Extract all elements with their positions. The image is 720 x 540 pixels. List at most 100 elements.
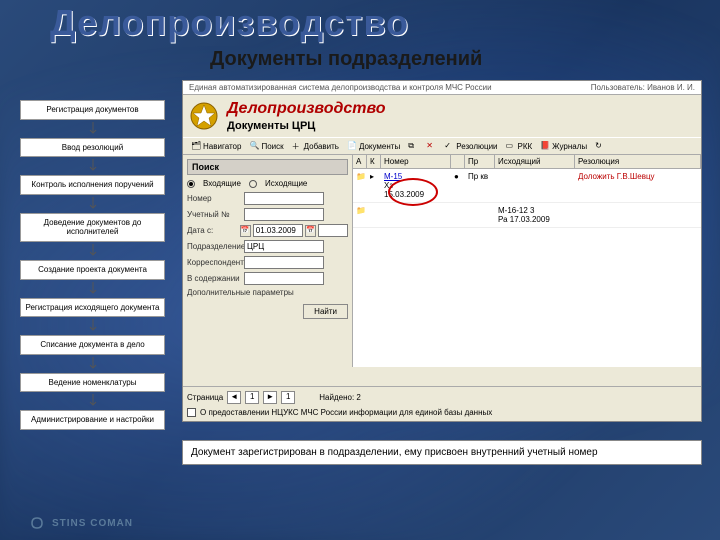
- tb-navigator[interactable]: 🗂Навигатор: [189, 140, 243, 152]
- arrow-down-icon: [20, 359, 165, 369]
- lbl-division: Подразделение: [187, 242, 242, 251]
- note-text: О предоставлении НЦУКС МЧС России информ…: [200, 408, 492, 417]
- tb-rkk[interactable]: ▭РКК: [504, 140, 535, 152]
- tb-copy[interactable]: ⧉: [406, 140, 420, 152]
- arrow-down-icon: [20, 161, 165, 171]
- copy-icon: ⧉: [408, 141, 418, 151]
- col-a[interactable]: А: [353, 155, 367, 168]
- tb-refresh[interactable]: ↻: [593, 140, 607, 152]
- footer-logo: STINS COMAN: [28, 514, 133, 532]
- check-icon: ✓: [444, 141, 454, 151]
- pager-prev[interactable]: ◄: [227, 391, 241, 404]
- step-filing: Списание документа в дело: [20, 335, 165, 355]
- input-content[interactable]: [244, 272, 324, 285]
- doc-date: 15.03.2009: [384, 190, 448, 199]
- arrow-down-icon: [20, 396, 165, 406]
- input-number[interactable]: [244, 192, 324, 205]
- col-outgoing[interactable]: Исходящий: [495, 155, 575, 168]
- app-top-bar: Единая автоматизированная система делопр…: [183, 81, 701, 95]
- lbl-account: Учетный №: [187, 210, 242, 219]
- cal-to-icon[interactable]: 📅: [305, 225, 316, 237]
- app-header: Делопроизводство Документы ЦРЦ: [183, 95, 701, 137]
- search-panel-title: Поиск: [187, 159, 348, 175]
- pager-current: 1: [245, 391, 259, 404]
- emblem-icon: [189, 99, 219, 133]
- col-number[interactable]: Номер: [381, 155, 451, 168]
- pager-total: 1: [281, 391, 295, 404]
- doc-out: [495, 171, 575, 200]
- doc-number-link[interactable]: М-15: [384, 172, 448, 181]
- pager-next[interactable]: ►: [263, 391, 277, 404]
- cal-from-icon[interactable]: 📅: [240, 225, 251, 237]
- step-draft: Создание проекта документа: [20, 260, 165, 280]
- input-date-to[interactable]: [318, 224, 348, 237]
- app-subtitle: Документы ЦРЦ: [227, 120, 695, 132]
- doc-icon: 📄: [347, 141, 357, 151]
- caption-box: Документ зарегистрирован в подразделении…: [182, 440, 702, 465]
- arrow-down-icon: [20, 321, 165, 331]
- lbl-extra-params[interactable]: Дополнительные параметры: [187, 288, 294, 297]
- tb-search[interactable]: 🔍Поиск: [247, 140, 285, 152]
- input-correspondent[interactable]: [244, 256, 324, 269]
- col-k[interactable]: К: [367, 155, 381, 168]
- step-control: Контроль исполнения поручений: [20, 175, 165, 195]
- input-date-from[interactable]: [253, 224, 303, 237]
- workflow-steps: Регистрация документов Ввод резолюций Ко…: [20, 100, 165, 430]
- column-headers: А К Номер Пр Исходящий Резолюция: [353, 155, 701, 169]
- tb-documents[interactable]: 📄Документы: [345, 140, 402, 152]
- col-pr[interactable]: Пр: [465, 155, 495, 168]
- folder-icon: 📁: [356, 206, 366, 215]
- delete-icon: ✕: [426, 141, 436, 151]
- book-icon: 📕: [540, 141, 550, 151]
- found-label: Найдено: 2: [319, 393, 361, 402]
- table-row[interactable]: 📁 ▸ М-15 Хз 15.03.2009 ● Пр кв Доложить …: [353, 169, 701, 203]
- mark-icon: ●: [454, 172, 459, 181]
- arrow-down-icon: [20, 246, 165, 256]
- app-window: Единая автоматизированная система делопр…: [182, 80, 702, 422]
- app-title: Делопроизводство: [227, 100, 695, 118]
- search-panel: Поиск Входящие Исходящие Номер Учетный №…: [183, 155, 353, 367]
- results-panel: А К Номер Пр Исходящий Резолюция 📁 ▸ М-1…: [353, 155, 701, 367]
- doc-resolution: Доложить Г.В.Шевцу: [575, 171, 701, 200]
- tb-resolutions[interactable]: ✓Резолюции: [442, 140, 499, 152]
- lbl-content: В содержании: [187, 274, 242, 283]
- card-icon: ▭: [506, 141, 516, 151]
- doc-out: М-16-12 3 Ра 17.03.2009: [495, 205, 575, 225]
- user-label: Пользователь: Иванов И. И.: [591, 83, 695, 92]
- toolbar: 🗂Навигатор 🔍Поиск ＋Добавить 📄Документы ⧉…: [183, 137, 701, 155]
- bottom-bar: Страница ◄ 1 ► 1 Найдено: 2 О предоставл…: [183, 386, 701, 421]
- radio-outgoing-label: Исходящие: [265, 179, 307, 188]
- note-checkbox[interactable]: [187, 408, 196, 417]
- lbl-date-from: Дата с:: [187, 226, 238, 235]
- input-account[interactable]: [244, 208, 324, 221]
- folder-icon: 📁: [356, 172, 366, 181]
- step-admin: Администрирование и настройки: [20, 410, 165, 430]
- lbl-number: Номер: [187, 194, 242, 203]
- pager-label: Страница: [187, 393, 223, 402]
- tb-add[interactable]: ＋Добавить: [290, 140, 341, 152]
- input-division[interactable]: [244, 240, 324, 253]
- col-resolution[interactable]: Резолюция: [575, 155, 701, 168]
- tree-icon: 🗂: [191, 141, 201, 151]
- radio-incoming[interactable]: [187, 180, 195, 188]
- radio-incoming-label: Входящие: [203, 179, 241, 188]
- arrow-down-icon: [20, 199, 165, 209]
- radio-outgoing[interactable]: [249, 180, 257, 188]
- step-registration: Регистрация документов: [20, 100, 165, 120]
- step-resolutions: Ввод резолюций: [20, 138, 165, 158]
- tb-delete[interactable]: ✕: [424, 140, 438, 152]
- step-outgoing: Регистрация исходящего документа: [20, 298, 165, 318]
- system-name: Единая автоматизированная система делопр…: [189, 83, 492, 92]
- logo-icon: [28, 514, 46, 532]
- find-button[interactable]: Найти: [303, 304, 348, 319]
- tb-journals[interactable]: 📕Журналы: [538, 140, 589, 152]
- page-title: Делопроизводство: [50, 2, 409, 44]
- step-delivery: Доведение документов до исполнителей: [20, 213, 165, 242]
- step-nomenclature: Ведение номенклатуры: [20, 373, 165, 393]
- col-ctrl[interactable]: [451, 155, 465, 168]
- table-row[interactable]: 📁 М-16-12 3 Ра 17.03.2009: [353, 203, 701, 228]
- doc-from: Хз: [384, 181, 448, 190]
- arrow-down-icon: [20, 284, 165, 294]
- arrow-down-icon: [20, 124, 165, 134]
- plus-icon: ＋: [292, 141, 302, 151]
